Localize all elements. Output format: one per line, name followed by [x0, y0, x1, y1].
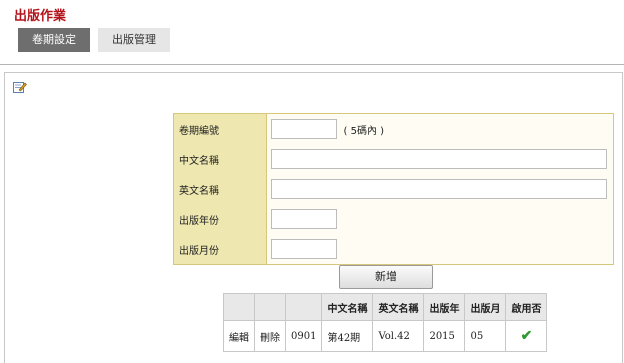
volume-table: 中文名稱 英文名稱 出版年 出版月 啟用否 編輯 刪除 0901 第42期 Vo…	[223, 293, 548, 352]
english-name-input[interactable]	[271, 179, 607, 199]
volume-code-hint: ( 5碼內 )	[343, 125, 385, 137]
year-cell: 2015	[423, 320, 466, 352]
form-row: 出版月份	[173, 234, 614, 265]
column-header-month: 出版月	[464, 293, 507, 321]
form-cell	[266, 174, 614, 204]
form-row: 英文名稱	[173, 174, 614, 204]
tab-volume-settings[interactable]: 卷期設定	[18, 28, 90, 52]
form-row: 出版年份	[173, 204, 614, 234]
edit-form-icon	[13, 82, 27, 93]
column-header	[254, 293, 286, 321]
chinese-name-cell: 第42期	[321, 320, 374, 352]
form-row: 中文名稱	[173, 144, 614, 174]
volume-code-cell: 0901	[284, 320, 323, 352]
publish-year-input[interactable]	[271, 209, 337, 229]
tab-publish-management[interactable]: 出版管理	[98, 28, 170, 52]
check-icon: ✔	[520, 328, 533, 344]
publish-month-input[interactable]	[271, 239, 337, 259]
column-header-chinese-name: 中文名稱	[321, 293, 374, 321]
chinese-name-input[interactable]	[271, 149, 607, 169]
enabled-cell: ✔	[505, 320, 548, 352]
column-header-enabled: 啟用否	[505, 293, 548, 321]
table-row: 編輯 刪除 0901 第42期 Vol.42 2015 05 ✔	[223, 320, 548, 352]
form-row: 卷期編號 ( 5碼內 )	[173, 113, 614, 144]
english-name-cell: Vol.42	[372, 320, 425, 352]
form-cell	[266, 204, 614, 234]
divider	[0, 64, 624, 65]
volume-form: 卷期編號 ( 5碼內 ) 中文名稱 英文名稱 出版年份 出版月份	[173, 113, 614, 265]
table-header-row: 中文名稱 英文名稱 出版年 出版月 啟用否	[223, 293, 548, 321]
edit-link[interactable]: 編輯	[223, 320, 255, 352]
column-header-english-name: 英文名稱	[372, 293, 425, 321]
volume-code-label: 卷期編號	[173, 113, 267, 144]
page-title: 出版作業	[14, 9, 67, 24]
publish-month-label: 出版月份	[173, 234, 267, 265]
chinese-name-label: 中文名稱	[173, 144, 267, 174]
form-cell: ( 5碼內 )	[266, 113, 614, 144]
english-name-label: 英文名稱	[173, 174, 267, 204]
column-header	[284, 293, 323, 321]
add-button[interactable]: 新增	[339, 265, 433, 289]
delete-link[interactable]: 刪除	[254, 320, 286, 352]
volume-code-input[interactable]	[271, 119, 337, 139]
column-header-year: 出版年	[423, 293, 466, 321]
publish-year-label: 出版年份	[173, 204, 267, 234]
column-header	[223, 293, 255, 321]
month-cell: 05	[464, 320, 507, 352]
form-cell	[266, 234, 614, 265]
form-cell	[266, 144, 614, 174]
